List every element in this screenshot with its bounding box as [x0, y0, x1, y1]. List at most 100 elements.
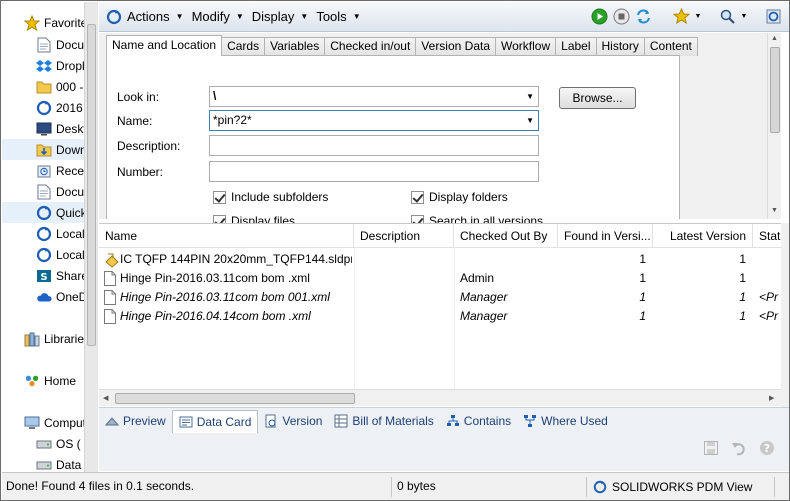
- menu-modify[interactable]: Modify ▼: [192, 9, 244, 24]
- favorites-star-icon[interactable]: [672, 7, 690, 25]
- nav-item-downloads[interactable]: Downloads: [2, 139, 84, 160]
- nav-scrollbar-thumb[interactable]: [87, 24, 96, 346]
- tab-cards[interactable]: Cards: [221, 37, 266, 56]
- nav-item-documents[interactable]: Documents: [2, 181, 84, 202]
- nav-item-libraries[interactable]: Libraries: [2, 328, 84, 349]
- scroll-right-icon[interactable]: ▶: [769, 394, 774, 402]
- cell-checked-out-by: Manager: [460, 290, 508, 304]
- scroll-up-icon[interactable]: ▲: [771, 35, 778, 42]
- chevron-down-icon[interactable]: ▼: [526, 87, 534, 106]
- results-horizontal-scrollbar[interactable]: ◀ ▶: [99, 389, 781, 406]
- nav-item-os[interactable]: OS (: [2, 433, 84, 454]
- tab-variables[interactable]: Variables: [264, 37, 326, 56]
- nav-item-000[interactable]: 000 -: [2, 76, 84, 97]
- tab-data-card[interactable]: Data Card: [171, 409, 259, 434]
- tab-preview[interactable]: Preview: [99, 410, 172, 432]
- cell-latest-version: 1: [739, 290, 746, 304]
- column-latest-version[interactable]: Latest Version: [653, 224, 753, 248]
- nav-item-recent[interactable]: Recent: [2, 160, 84, 181]
- tab-bill-of-materials[interactable]: Bill of Materials: [328, 410, 439, 432]
- include-subfolders-checkbox[interactable]: Include subfolders: [213, 190, 328, 204]
- browse-button[interactable]: Browse...: [559, 87, 636, 109]
- table-row[interactable]: Hinge Pin-2016.03.11com bom 001.xml Manag…: [99, 288, 781, 307]
- results-vertical-scrollbar[interactable]: [781, 223, 789, 407]
- tab-version[interactable]: Version: [258, 410, 328, 432]
- scroll-left-icon[interactable]: ◀: [103, 394, 108, 402]
- table-row[interactable]: Hinge Pin-2016.04.14com bom .xml Manager 1…: [99, 307, 781, 326]
- cell-checked-out-by: Admin: [460, 271, 495, 285]
- scroll-down-icon[interactable]: ▼: [771, 207, 778, 214]
- menu-tools[interactable]: Tools ▼: [316, 9, 360, 24]
- column-name[interactable]: Name: [99, 224, 354, 248]
- stop-search-icon[interactable]: [612, 7, 630, 25]
- nav-item-computer[interactable]: Computer: [2, 412, 84, 433]
- tab-where-used[interactable]: Where Used: [517, 410, 614, 432]
- cell-found-in-version: 1: [639, 290, 646, 304]
- start-search-icon[interactable]: [590, 7, 608, 25]
- chevron-down-icon[interactable]: ▼: [526, 111, 534, 130]
- pdm-help-icon[interactable]: [764, 7, 782, 25]
- nav-item-local[interactable]: Local: [2, 244, 84, 265]
- new-search-icon[interactable]: [634, 7, 652, 25]
- search-zoom-icon[interactable]: [718, 7, 736, 25]
- table-row[interactable]: Hinge Pin-2016.03.11com bom .xml Admin 1 1: [99, 269, 781, 288]
- tab-history[interactable]: History: [595, 37, 645, 56]
- nav-item-onedrive[interactable]: OneDrive: [2, 286, 84, 307]
- nav-item-2016[interactable]: 2016: [2, 97, 84, 118]
- nav-item-label: Data: [56, 457, 82, 472]
- chevron-down-icon[interactable]: ▼: [694, 7, 702, 25]
- number-input[interactable]: [209, 161, 539, 182]
- column-state[interactable]: Stat: [753, 224, 781, 248]
- tab-checked-in-out[interactable]: Checked in/out: [324, 37, 417, 56]
- cell-state: [759, 250, 781, 269]
- nav-item-home[interactable]: Home: [2, 370, 84, 391]
- nav-item-quick[interactable]: Quick: [2, 202, 84, 223]
- nav-scrollbar[interactable]: [84, 2, 98, 472]
- file-icon: [104, 307, 120, 326]
- pdm-vault-icon: [36, 205, 52, 221]
- cell-found-in-version: 1: [639, 309, 646, 323]
- look-in-combo[interactable]: \ ▼: [209, 86, 539, 107]
- nav-item-local[interactable]: Local: [2, 223, 84, 244]
- nav-item-label: 2016: [56, 100, 83, 115]
- search-panel-scrollbar[interactable]: ▲ ▼: [767, 33, 781, 219]
- display-folders-checkbox[interactable]: Display folders: [411, 190, 508, 204]
- tab-name-and-location[interactable]: Name and Location: [106, 35, 223, 56]
- column-checked-out-by[interactable]: Checked Out By: [454, 224, 558, 248]
- nav-item-favorites[interactable]: Favorites: [2, 12, 84, 33]
- onedrive-icon: [36, 289, 52, 305]
- desktop-icon: [36, 121, 52, 137]
- name-combo[interactable]: *pin?2* ▼: [209, 110, 539, 131]
- cell-description: [360, 307, 456, 326]
- save-icon[interactable]: [702, 439, 720, 457]
- results-horizontal-thumb[interactable]: [115, 393, 355, 404]
- help-icon[interactable]: ?: [758, 439, 776, 457]
- tab-contains[interactable]: Contains: [440, 410, 517, 432]
- column-description[interactable]: Description: [354, 224, 454, 248]
- name-label: Name:: [117, 114, 153, 128]
- refresh-icon[interactable]: [105, 8, 123, 26]
- pdm-vault-icon: [36, 100, 52, 116]
- undo-icon[interactable]: [730, 439, 748, 457]
- nav-item-data[interactable]: Data: [2, 454, 84, 472]
- nav-item-desktop[interactable]: Desktop: [2, 118, 84, 139]
- tab-content[interactable]: Content: [643, 37, 698, 56]
- nav-item-label: Local: [56, 247, 84, 262]
- nav-item-label: Computer: [44, 415, 84, 430]
- menu-display[interactable]: Display ▼: [252, 9, 309, 24]
- tab-version-data[interactable]: Version Data: [415, 37, 497, 56]
- tab-workflow[interactable]: Workflow: [495, 37, 557, 56]
- menu-actions[interactable]: Actions ▼: [127, 9, 184, 24]
- nav-item-dropbox[interactable]: Dropbox: [2, 55, 84, 76]
- nav-item-sharepoint[interactable]: S SharePoint: [2, 265, 84, 286]
- column-found-in-version[interactable]: Found in Versi...: [558, 224, 653, 248]
- description-input[interactable]: [209, 135, 539, 156]
- menu-display-label: Display: [251, 9, 295, 24]
- nav-item-label: Desktop: [56, 121, 84, 136]
- chevron-down-icon[interactable]: ▼: [740, 7, 748, 25]
- search-panel-scrollbar-thumb[interactable]: [770, 47, 780, 133]
- table-row[interactable]: IC TQFP 144PIN 20x20mm_TQFP144.sldprt 1 1: [99, 250, 781, 269]
- sldprt-part-icon: [104, 250, 120, 269]
- nav-item-documents[interactable]: Documents: [2, 34, 84, 55]
- tab-label[interactable]: Label: [555, 37, 597, 56]
